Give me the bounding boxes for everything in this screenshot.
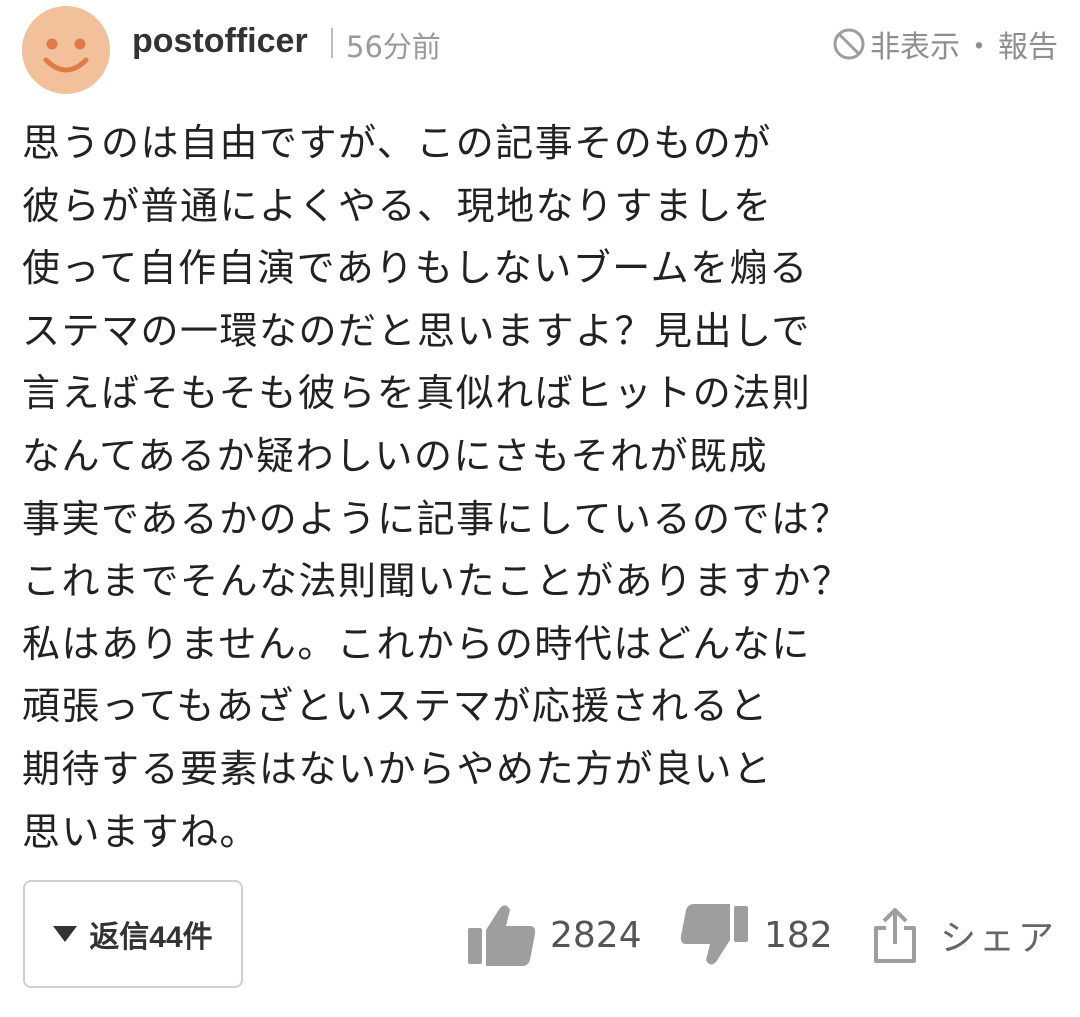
- comment-line: ステマの一環なのだと思いますよ？見出しで: [22, 308, 811, 353]
- timestamp: 56分前: [346, 30, 441, 64]
- comment-line: 使って自作自演でありもしないブームを煽る: [22, 246, 809, 291]
- comment-line: 期待する要素はないからやめた方が良いと: [22, 746, 773, 791]
- dislike-count: 182: [764, 914, 833, 956]
- dislike-button[interactable]: 182: [680, 900, 833, 970]
- hide-report-links: 非表示 ・ 報告: [832, 22, 1058, 66]
- hide-link[interactable]: 非表示: [870, 22, 960, 66]
- comment-line: なんてあるか疑わしいのにさもそれが既成: [22, 433, 768, 478]
- thumbs-up-icon: [468, 905, 536, 966]
- comment-line: 言えばそもそも彼らを真似ればヒットの法則: [22, 371, 812, 416]
- replies-label: 返信44件: [89, 921, 213, 954]
- meta-divider: [331, 28, 333, 58]
- comment-line: 事実であるかのように記事にしているのでは？: [22, 496, 850, 541]
- report-link[interactable]: 報告: [998, 22, 1058, 66]
- share-button[interactable]: シェア: [872, 900, 1057, 970]
- link-separator: ・: [964, 30, 994, 65]
- triangle-down-icon: [53, 926, 78, 942]
- comment-line: 彼らが普通によくやる、現地なりすましを: [22, 183, 773, 228]
- username[interactable]: postofficer: [132, 22, 308, 61]
- comment-line: 思うのは自由ですが、この記事そのものが: [22, 121, 772, 165]
- comment-card: postofficer 56分前 非表示 ・ 報告 思うのは自由ですが、この記事…: [0, 0, 1080, 1017]
- replies-button[interactable]: 返信44件: [23, 880, 243, 988]
- like-button[interactable]: 2824: [466, 900, 642, 970]
- like-count: 2824: [550, 914, 642, 956]
- share-label: シェア: [940, 918, 1058, 959]
- avatar[interactable]: [22, 6, 110, 94]
- comment-body: 思うのは自由ですが、この記事そのものが 彼らが普通によくやる、現地なりすましを …: [22, 112, 1052, 863]
- thumbs-down-icon: [680, 904, 748, 965]
- comment-line: 頑張ってもあざといステマが応援されると: [22, 684, 769, 729]
- share-icon: [874, 908, 916, 963]
- comment-header: postofficer 56分前 非表示 ・ 報告: [22, 6, 1062, 94]
- comment-line: 思いますね。: [22, 809, 260, 854]
- comment-line: 私はありません。これからの時代はどんなに: [22, 621, 811, 666]
- ban-icon[interactable]: [832, 27, 866, 61]
- comment-line: これまでそんな法則聞いたことがありますか？: [22, 559, 852, 604]
